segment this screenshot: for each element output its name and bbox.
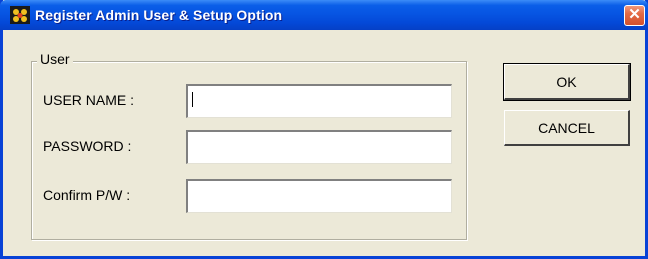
dialog-window: Register Admin User & Setup Option ✕ Use… [0, 0, 648, 259]
close-button[interactable]: ✕ [624, 5, 645, 26]
close-icon: ✕ [628, 6, 641, 23]
cancel-button[interactable]: CANCEL [504, 110, 630, 146]
window-title: Register Admin User & Setup Option [35, 7, 283, 23]
password-input[interactable] [186, 130, 452, 164]
password-label: PASSWORD : [43, 138, 132, 154]
ok-button[interactable]: OK [503, 63, 631, 101]
user-group-label: User [37, 51, 73, 67]
confirm-password-input[interactable] [186, 179, 452, 213]
title-bar[interactable]: Register Admin User & Setup Option ✕ [0, 0, 648, 30]
user-name-input[interactable] [186, 84, 452, 118]
confirm-password-label: Confirm P/W : [43, 187, 131, 203]
text-caret [192, 92, 193, 107]
user-name-label: USER NAME : [43, 92, 135, 108]
app-icon [10, 6, 30, 24]
